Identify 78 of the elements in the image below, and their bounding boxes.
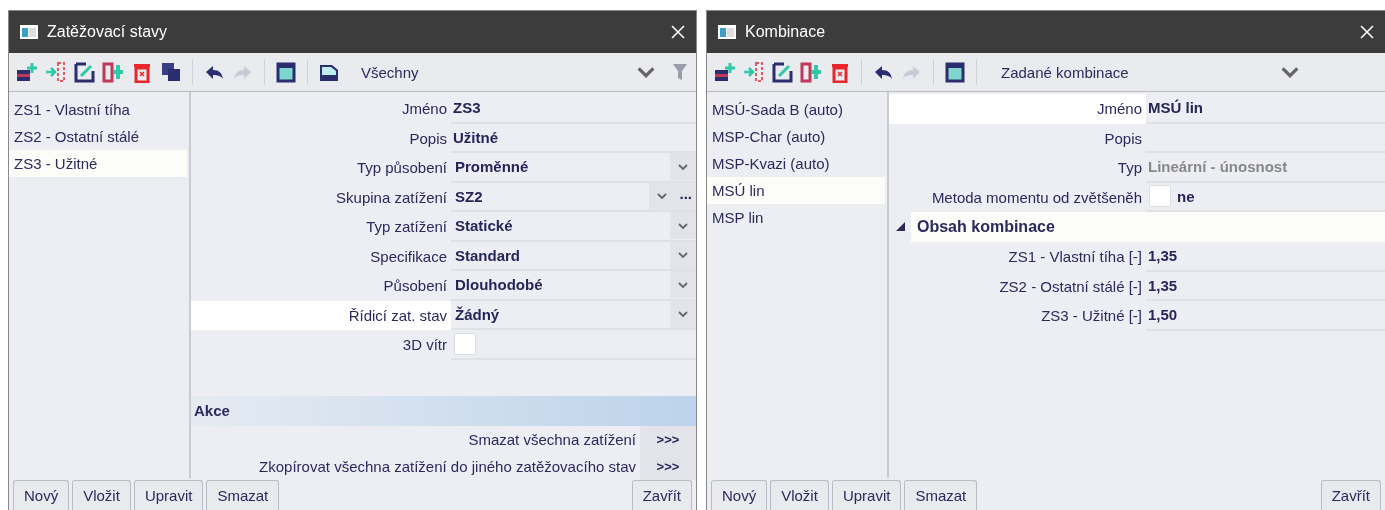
footer-button[interactable]: Smazat (904, 480, 978, 510)
window-icon (19, 24, 39, 40)
list-item[interactable]: MSÚ-Sada B (auto) (707, 96, 885, 123)
chevron-icon (656, 191, 669, 202)
chevron-icon (677, 250, 689, 261)
footer-button[interactable]: Vložit (72, 480, 131, 510)
list-item[interactable]: ZS1 - Vlastní tíha (9, 96, 187, 123)
chevron-icon (677, 161, 689, 172)
copy-icon[interactable] (160, 61, 182, 83)
window-title: Kombinace (745, 23, 827, 41)
property-label: Popis (408, 128, 448, 149)
list-item[interactable]: ZS3 - Užitné (9, 150, 187, 177)
property-label: 3D vítr (401, 335, 448, 355)
checkbox[interactable] (1149, 185, 1171, 208)
list-item[interactable]: MSP lin (707, 204, 885, 231)
list-item[interactable]: MSP-Kvazi (auto) (707, 150, 885, 177)
filter-dropdown[interactable]: Zadané kombinace (993, 58, 1309, 86)
property-label: ZS3 - Užitné [-] (1040, 306, 1143, 326)
add-document-icon[interactable] (713, 61, 735, 83)
dropdown-field[interactable]: Dlouhodobé (453, 271, 696, 299)
dropdown-field[interactable]: Proměnné (453, 153, 696, 181)
checkbox-value: ne (1177, 187, 1195, 205)
close-button[interactable]: Zavřít (1320, 480, 1381, 510)
dropdown-field[interactable]: Žádný (453, 300, 696, 328)
insert-row-icon[interactable] (44, 61, 66, 83)
property-label: Působení (382, 276, 448, 296)
close-icon[interactable] (670, 24, 686, 40)
add-column-icon[interactable] (102, 61, 124, 83)
chevron-icon (677, 279, 689, 290)
add-document-icon[interactable] (15, 61, 37, 83)
footer-button[interactable]: Nový (13, 480, 70, 510)
dropdown-field[interactable]: Standard (453, 241, 696, 269)
property-label: Typ působení (355, 158, 448, 178)
property-label: Metoda momentu od zvětšeněh (930, 187, 1143, 208)
property-label: Jméno (400, 99, 448, 119)
property-label: Řídicí zat. stav (191, 300, 451, 330)
footer-button[interactable]: Upravit (133, 480, 204, 510)
section-header: Obsah kombinace (911, 212, 1385, 242)
more-button[interactable]: ... (675, 182, 696, 210)
delete-icon[interactable] (131, 61, 153, 83)
footer-button[interactable]: Nový (711, 480, 768, 510)
footer-button[interactable]: Upravit (831, 480, 902, 510)
list-item[interactable]: MSP-Char (auto) (707, 123, 885, 150)
dropdown-field[interactable]: SZ2 (453, 182, 676, 210)
property-label: Typ zatížení (365, 217, 448, 237)
table-icon[interactable] (944, 61, 966, 83)
table-icon[interactable] (275, 61, 297, 83)
close-button[interactable]: Zavřít (631, 480, 692, 510)
window-icon (717, 24, 737, 40)
delete-icon[interactable] (829, 61, 851, 83)
action-label: Zkopírovat všechna zatížení do jiného zatěžovacího stav (259, 457, 636, 475)
property-label: ZS2 - Ostatní stálé [-] (998, 276, 1143, 297)
property-label: Jméno (889, 94, 1146, 124)
window-title: Zatěžovací stavy (47, 23, 169, 41)
footer-button[interactable]: Smazat (206, 480, 280, 510)
close-icon[interactable] (1359, 24, 1375, 40)
insert-row-icon[interactable] (742, 61, 764, 83)
chevron-icon (677, 220, 689, 231)
edit-icon[interactable] (771, 61, 793, 83)
expand-triangle-icon[interactable] (894, 220, 908, 234)
property-label: Popis (1103, 128, 1143, 149)
list-item[interactable]: MSÚ lin (707, 177, 885, 204)
property-label: Skupina zatížení (335, 187, 448, 208)
action-button[interactable]: >>> (640, 452, 696, 480)
add-column-icon[interactable] (800, 61, 822, 83)
action-button[interactable]: >>> (640, 425, 696, 453)
list-item[interactable]: ZS2 - Ostatní stálé (9, 123, 187, 150)
property-label: Typ (1116, 158, 1143, 178)
footer-button[interactable]: Vložit (770, 480, 829, 510)
action-label: Smazat všechna zatížení (468, 430, 636, 448)
property-label: Specifikace (369, 246, 448, 267)
edit-icon[interactable] (73, 61, 95, 83)
filter-dropdown[interactable]: Všechny (353, 58, 665, 86)
property-label: ZS1 - Vlastní tíha [-] (1007, 247, 1143, 267)
dropdown-field[interactable]: Statické (453, 212, 696, 240)
checkbox[interactable] (454, 332, 476, 355)
group-header: Akce (191, 395, 696, 426)
chevron-icon (677, 309, 689, 320)
